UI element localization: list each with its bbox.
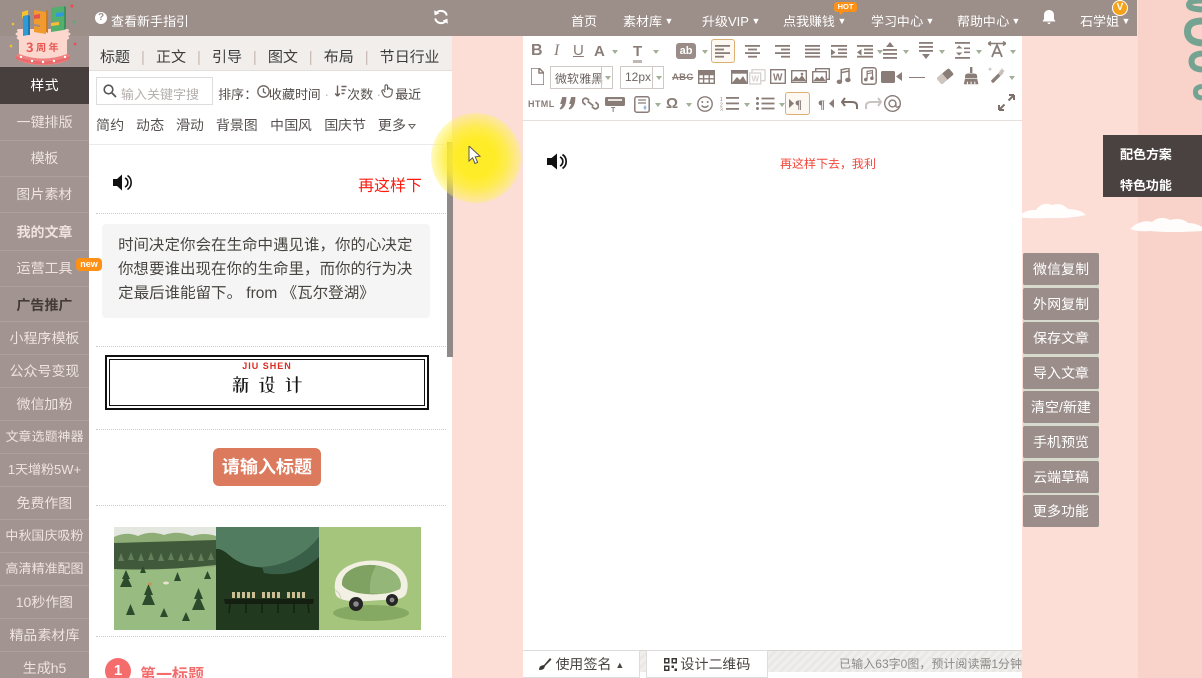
- svg-text:W: W: [752, 75, 760, 84]
- svg-text:3: 3: [720, 108, 723, 112]
- svg-text:¶: ¶: [818, 97, 825, 110]
- svg-text:T: T: [611, 107, 616, 112]
- svg-text:¶: ¶: [795, 97, 802, 110]
- svg-text:W: W: [773, 73, 783, 84]
- svg-text:周 年: 周 年: [36, 39, 59, 54]
- svg-text:3: 3: [26, 37, 34, 56]
